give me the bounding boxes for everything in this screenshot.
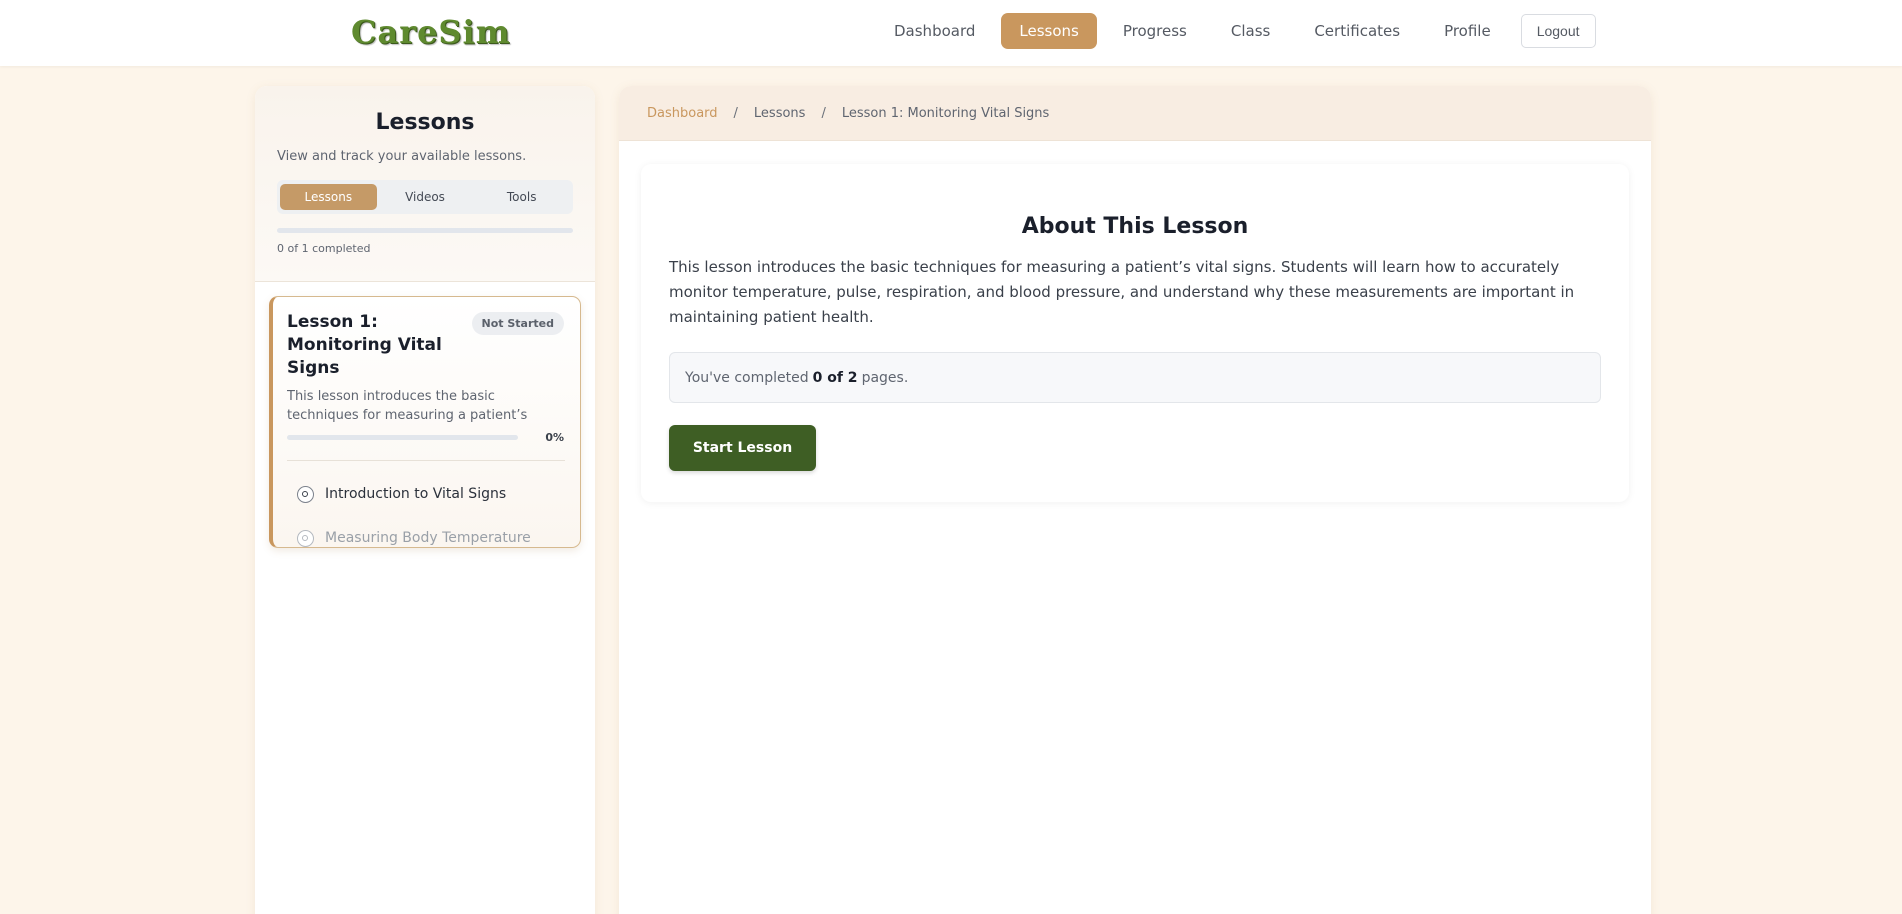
card-divider	[287, 460, 565, 461]
tab-tools[interactable]: Tools	[473, 184, 570, 210]
overall-progress-bar	[277, 228, 573, 233]
sidebar-title: Lessons	[375, 110, 475, 135]
completion-count: 0 of 2	[812, 369, 858, 386]
breadcrumb: Dashboard / Lessons / Lesson 1: Monitori…	[619, 86, 1651, 141]
lesson-main-panel: Dashboard / Lessons / Lesson 1: Monitori…	[619, 86, 1651, 914]
breadcrumb-dashboard[interactable]: Dashboard	[647, 106, 718, 121]
tab-lessons[interactable]: Lessons	[280, 184, 377, 210]
lesson-progress-bar	[287, 435, 518, 440]
lesson-card-description: This lesson introduces the basic techniq…	[287, 389, 528, 423]
sidebar-subtitle: View and track your available lessons.	[277, 149, 527, 164]
breadcrumb-separator: /	[733, 105, 738, 121]
caresim-logo[interactable]: CareSim	[351, 12, 511, 52]
lesson-card-header: Lesson 1: Monitoring Vital Signs Not Sta…	[287, 311, 564, 380]
nav-profile[interactable]: Profile	[1426, 13, 1509, 49]
nav-progress[interactable]: Progress	[1105, 13, 1205, 49]
lesson-page-label: Measuring Body Temperature	[325, 530, 531, 546]
page-title: About This Lesson	[1021, 214, 1249, 239]
lesson-description: This lesson introduces the basic techniq…	[669, 258, 1575, 326]
breadcrumb-separator: /	[821, 105, 826, 121]
overall-progress-label: 0 of 1 completed	[277, 242, 371, 255]
lesson-progress-row: 0%	[287, 431, 564, 444]
completion-suffix: pages.	[861, 369, 909, 386]
breadcrumb-lessons[interactable]: Lessons	[754, 106, 806, 121]
start-lesson-button[interactable]: Start Lesson	[669, 425, 816, 471]
logo-text: CareSim	[351, 13, 511, 51]
nav-lessons[interactable]: Lessons	[1001, 13, 1097, 49]
lesson-page-item[interactable]: Measuring Body Temperature	[297, 527, 564, 549]
nav-certificates[interactable]: Certificates	[1296, 13, 1418, 49]
lesson-progress-percent: 0%	[545, 431, 564, 444]
tab-videos[interactable]: Videos	[377, 184, 474, 210]
lesson-page-label: Introduction to Vital Signs	[325, 486, 507, 502]
current-page-radio-icon	[297, 485, 314, 503]
lesson-page-item[interactable]: Introduction to Vital Signs	[297, 483, 564, 505]
lesson-card-title: Lesson 1: Monitoring Vital Signs	[287, 312, 442, 378]
sidebar-header: Lessons View and track your available le…	[255, 86, 595, 282]
nav-dashboard[interactable]: Dashboard	[876, 13, 993, 49]
completion-prefix: You've completed	[685, 369, 809, 386]
lessons-sidebar: Lessons View and track your available le…	[255, 86, 595, 914]
nav-class[interactable]: Class	[1213, 13, 1288, 49]
main-nav: Dashboard Lessons Progress Class Certifi…	[876, 13, 1596, 49]
logout-button[interactable]: Logout	[1520, 14, 1596, 48]
completion-status: You've completed 0 of 2 pages.	[669, 352, 1601, 403]
lesson-overview-card: About This Lesson This lesson introduces…	[641, 164, 1629, 502]
breadcrumb-current: Lesson 1: Monitoring Vital Signs	[841, 105, 1050, 121]
top-navbar: CareSim Dashboard Lessons Progress Class…	[0, 0, 1902, 66]
status-badge: Not Started	[471, 312, 564, 335]
sidebar-tabs: Lessons Videos Tools	[277, 180, 573, 214]
locked-page-radio-icon	[297, 529, 314, 547]
lesson-card[interactable]: Lesson 1: Monitoring Vital Signs Not Sta…	[269, 296, 581, 548]
